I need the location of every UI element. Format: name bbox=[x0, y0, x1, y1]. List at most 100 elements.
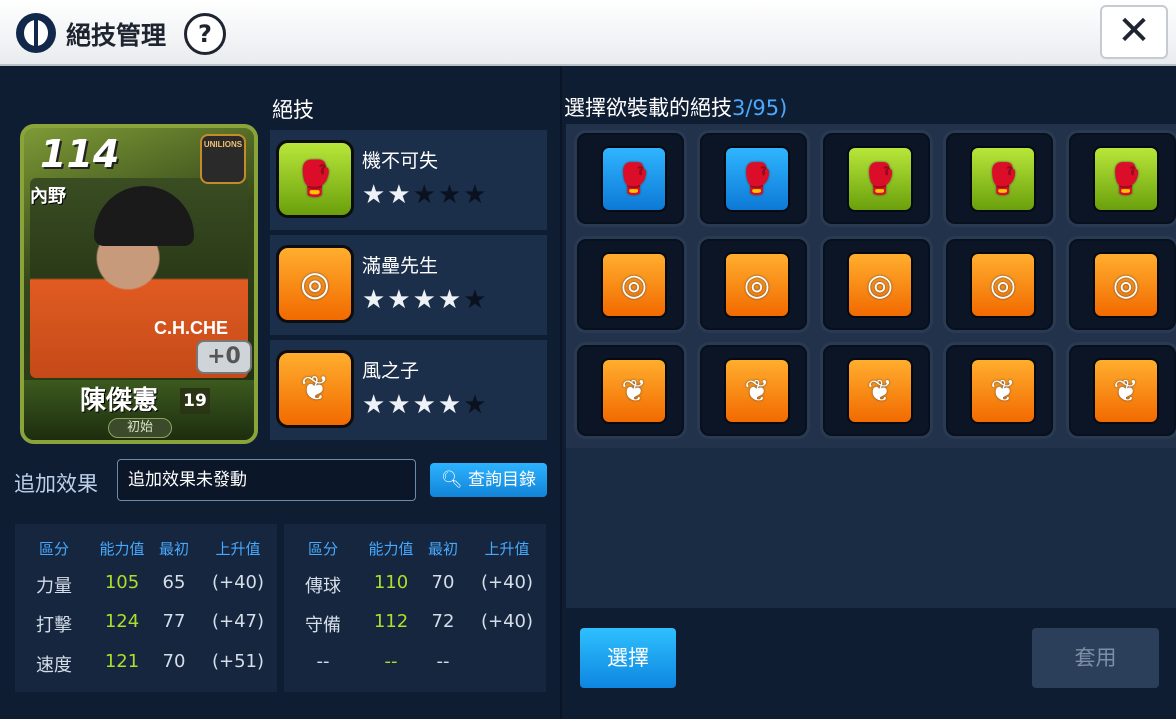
stat-label: 打擊 bbox=[36, 615, 72, 636]
search-icon: 🔍︎ bbox=[441, 470, 463, 490]
table-row: 打擊 124 77 (+47) bbox=[15, 611, 277, 649]
stat-label: 力量 bbox=[36, 576, 72, 597]
skill-grid-item[interactable]: 🥊 bbox=[574, 130, 687, 227]
wing-icon: ❦ bbox=[1093, 358, 1159, 424]
skill-grid-item[interactable]: ❦ bbox=[574, 342, 687, 439]
boxing-glove-icon: 🥊 bbox=[970, 146, 1036, 212]
skill-grid-item[interactable]: ◎ bbox=[697, 236, 810, 333]
table-row: 守備 112 72 (+40) bbox=[284, 611, 546, 649]
catalog-button[interactable]: 🔍︎ 查詢目錄 bbox=[430, 463, 547, 497]
selection-title-text: 選擇欲裝載的絕技 bbox=[564, 96, 732, 120]
stat-value: 110 bbox=[373, 572, 409, 593]
help-button[interactable]: ? bbox=[184, 13, 226, 55]
select-button[interactable]: 選擇 bbox=[580, 628, 676, 688]
panel-divider bbox=[560, 66, 562, 719]
stats-table-right: 區分 能力值 最初 上升值 傳球 110 70 (+40) 守備 112 72 … bbox=[284, 524, 546, 692]
stat-value: 124 bbox=[104, 611, 140, 632]
header-cell: 上升值 bbox=[215, 540, 261, 558]
stats-table-left: 區分 能力值 最初 上升值 力量 105 65 (+40) 打擊 124 77 … bbox=[15, 524, 277, 692]
stat-value: 105 bbox=[104, 572, 140, 593]
jersey-text: C.H.CHE bbox=[154, 318, 229, 338]
catalog-button-label: 查詢目錄 bbox=[468, 470, 536, 490]
skill-grid-item[interactable]: 🥊 bbox=[820, 130, 933, 227]
baseball-logo-icon bbox=[16, 13, 56, 53]
header-cell: 最初 bbox=[427, 540, 458, 558]
wing-icon: ❦ bbox=[724, 358, 790, 424]
header-cell: 區分 bbox=[38, 540, 69, 558]
stat-label: 速度 bbox=[36, 655, 72, 676]
skill-slot-2[interactable]: ◎ 滿壘先生 ★★★★★ bbox=[270, 235, 547, 335]
skill-slot-1[interactable]: 🥊 機不可失 ★★★★★ bbox=[270, 130, 547, 230]
header-cell: 能力值 bbox=[99, 540, 145, 558]
skill-grid-item[interactable]: ◎ bbox=[574, 236, 687, 333]
skill-selection-grid: 🥊 🥊 🥊 🥊 🥊 ◎ ◎ ◎ ◎ ◎ ❦ ❦ ❦ ❦ ❦ bbox=[566, 124, 1176, 448]
wing-icon: ❦ bbox=[601, 358, 667, 424]
team-logo-icon: UNILIONS bbox=[200, 134, 246, 184]
skill-slot-3[interactable]: ❦ 風之子 ★★★★★ bbox=[270, 340, 547, 440]
skill-name: 機不可失 bbox=[362, 150, 439, 172]
boxing-glove-icon: 🥊 bbox=[601, 146, 667, 212]
skills-section-title: 絕技 bbox=[272, 98, 314, 122]
skill-grid-item[interactable]: ◎ bbox=[1066, 236, 1176, 333]
wing-icon: ❦ bbox=[847, 358, 913, 424]
player-position: 內野 bbox=[30, 186, 66, 207]
skill-name: 風之子 bbox=[362, 360, 420, 382]
target-icon: ◎ bbox=[1093, 252, 1159, 318]
skill-grid-item[interactable]: ❦ bbox=[1066, 342, 1176, 439]
skill-grid-item[interactable]: ◎ bbox=[820, 236, 933, 333]
wing-icon: ❦ bbox=[276, 350, 354, 428]
header-cell: 能力值 bbox=[368, 540, 414, 558]
table-row: -- -- -- bbox=[284, 651, 546, 689]
enhance-level-badge: +0 bbox=[196, 340, 252, 374]
selection-count: 3/95) bbox=[732, 96, 788, 120]
skill-name: 滿壘先生 bbox=[362, 255, 439, 277]
target-icon: ◎ bbox=[601, 252, 667, 318]
target-icon: ◎ bbox=[970, 252, 1036, 318]
bonus-effect-field: 追加效果未發動 bbox=[117, 459, 416, 501]
selection-empty-area bbox=[566, 448, 1176, 608]
stat-initial: 77 bbox=[162, 611, 186, 632]
stat-label: 傳球 bbox=[305, 576, 341, 597]
target-icon: ◎ bbox=[847, 252, 913, 318]
player-name: 陳傑憲 bbox=[80, 386, 159, 416]
wing-icon: ❦ bbox=[970, 358, 1036, 424]
skill-grid-item[interactable]: 🥊 bbox=[697, 130, 810, 227]
target-icon: ◎ bbox=[724, 252, 790, 318]
table-row: 速度 121 70 (+51) bbox=[15, 651, 277, 689]
stat-label: -- bbox=[316, 651, 330, 672]
skill-grid-item[interactable]: ❦ bbox=[943, 342, 1056, 439]
header-cell: 上升值 bbox=[484, 540, 530, 558]
boxing-glove-icon: 🥊 bbox=[847, 146, 913, 212]
skill-stars: ★★★★★ bbox=[362, 390, 489, 420]
boxing-glove-icon: 🥊 bbox=[276, 140, 354, 218]
selection-title: 選擇欲裝載的絕技3/95) bbox=[564, 92, 787, 122]
stat-increase: (+40) bbox=[480, 611, 534, 632]
stats-header-row: 區分 能力值 最初 上升值 bbox=[15, 538, 277, 576]
stat-initial: 70 bbox=[162, 651, 186, 672]
target-icon: ◎ bbox=[276, 245, 354, 323]
header-cell: 最初 bbox=[158, 540, 189, 558]
skill-grid-item[interactable]: 🥊 bbox=[943, 130, 1056, 227]
stat-initial: 65 bbox=[162, 572, 186, 593]
skill-stars: ★★★★★ bbox=[362, 285, 489, 315]
skill-stars: ★★★★★ bbox=[362, 180, 489, 210]
player-card[interactable]: C.H.CHE 114 內野 UNILIONS +0 陳傑憲 19 初始 bbox=[20, 124, 258, 444]
stat-increase: (+40) bbox=[211, 572, 265, 593]
skill-grid-item[interactable]: ❦ bbox=[820, 342, 933, 439]
close-button[interactable]: ✕ bbox=[1100, 5, 1168, 59]
stats-header-row: 區分 能力值 最初 上升值 bbox=[284, 538, 546, 576]
table-row: 力量 105 65 (+40) bbox=[15, 572, 277, 610]
stat-increase: (+51) bbox=[211, 651, 265, 672]
stat-value: -- bbox=[384, 651, 398, 672]
player-grade-badge: 初始 bbox=[108, 418, 172, 438]
apply-button[interactable]: 套用 bbox=[1032, 628, 1159, 688]
skill-grid-item[interactable]: ◎ bbox=[943, 236, 1056, 333]
player-number: 19 bbox=[180, 388, 210, 414]
stat-initial: -- bbox=[436, 651, 450, 672]
bonus-effect-label: 追加效果 bbox=[14, 472, 98, 496]
skill-grid-item[interactable]: 🥊 bbox=[1066, 130, 1176, 227]
skill-grid-item[interactable]: ❦ bbox=[697, 342, 810, 439]
header-cell: 區分 bbox=[307, 540, 338, 558]
stat-increase: (+47) bbox=[211, 611, 265, 632]
stat-increase: (+40) bbox=[480, 572, 534, 593]
